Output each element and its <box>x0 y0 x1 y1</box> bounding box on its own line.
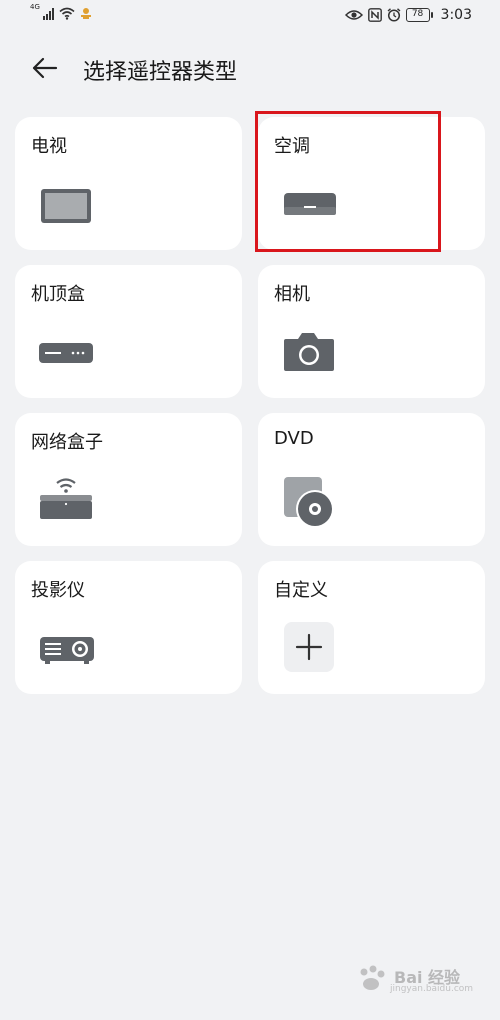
device-label: 空调 <box>274 136 310 157</box>
device-label: 自定义 <box>274 580 328 601</box>
device-label: DVD <box>274 428 314 449</box>
battery-icon: 78 <box>405 8 433 22</box>
network-box-icon <box>40 478 92 519</box>
signal-icon <box>42 8 54 20</box>
arrow-left-icon <box>32 57 58 79</box>
clock: 3:03 <box>440 7 472 23</box>
device-card-tv[interactable]: 电视 <box>15 117 242 250</box>
device-card-air-conditioner[interactable]: 空调 <box>258 117 485 250</box>
status-left: 4G <box>30 3 92 20</box>
header: 选择遥控器类型 <box>0 40 500 96</box>
air-conditioner-icon <box>284 193 336 215</box>
eye-icon <box>344 10 363 20</box>
dvd-icon <box>284 477 334 528</box>
device-card-dvd[interactable]: DVD <box>258 413 485 546</box>
watermark-sub: jingyan.baidu.com <box>390 984 474 994</box>
network-type: 4G <box>30 3 40 11</box>
device-card-set-top-box[interactable]: 机顶盒 <box>15 265 242 398</box>
status-bar: 4G 78 3:03 <box>0 0 500 34</box>
camera-icon <box>284 333 334 371</box>
device-card-camera[interactable]: 相机 <box>258 265 485 398</box>
page-title: 选择遥控器类型 <box>83 60 238 85</box>
device-card-projector[interactable]: 投影仪 <box>15 561 242 694</box>
status-right: 78 3:03 <box>344 7 472 23</box>
device-label: 相机 <box>274 284 310 305</box>
device-card-custom[interactable]: 自定义 <box>258 561 485 694</box>
back-button[interactable] <box>28 52 62 84</box>
device-label: 投影仪 <box>31 580 85 601</box>
wifi-icon <box>59 7 75 20</box>
device-label: 机顶盒 <box>31 284 85 305</box>
watermark: Bai 经验 jingyan.baidu.com <box>354 964 474 998</box>
paw-icon <box>360 965 385 990</box>
tv-icon <box>41 189 91 223</box>
projector-icon <box>40 637 94 664</box>
device-card-network-box[interactable]: 网络盒子 <box>15 413 242 546</box>
nfc-icon <box>367 8 382 22</box>
device-label: 网络盒子 <box>31 432 103 453</box>
notification-icon <box>80 8 91 19</box>
alarm-icon <box>387 8 401 22</box>
set-top-box-icon <box>39 343 93 363</box>
device-label: 电视 <box>31 136 67 157</box>
plus-icon <box>284 622 334 672</box>
